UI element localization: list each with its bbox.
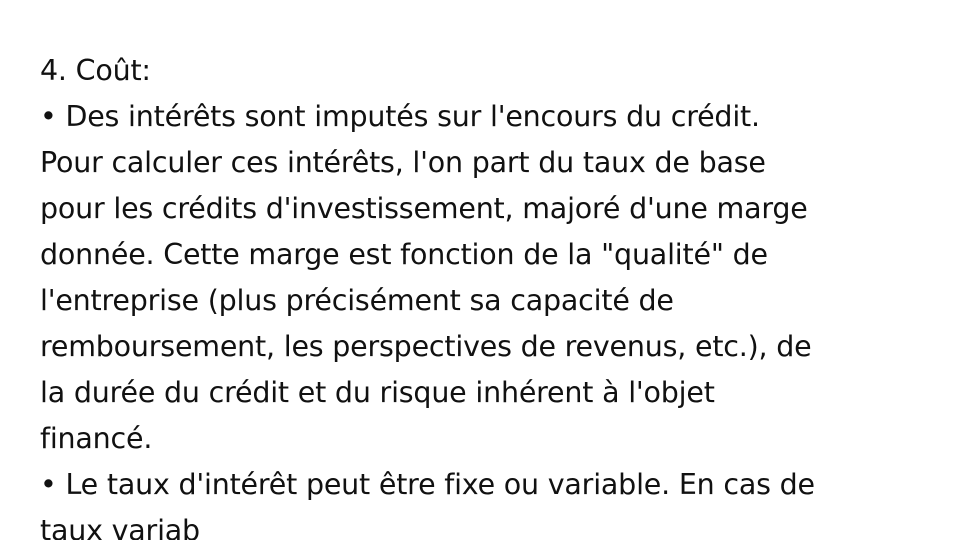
slide-body-text: 4. Coût: • Des intérêts sont imputés sur… (40, 48, 920, 540)
text-line: la durée du crédit et du risque inhérent… (40, 376, 715, 409)
section-heading: 4. Coût: (40, 54, 151, 87)
bullet-line: • Le taux d'intérêt peut être fixe ou va… (40, 468, 815, 501)
text-line: l'entreprise (plus précisément sa capaci… (40, 284, 674, 317)
bullet-line: • Des intérêts sont imputés sur l'encour… (40, 100, 760, 133)
text-line: donnée. Cette marge est fonction de la "… (40, 238, 768, 271)
slide: 4. Coût: • Des intérêts sont imputés sur… (0, 0, 960, 540)
text-line: remboursement, les perspectives de reven… (40, 330, 812, 363)
text-line: taux variab (40, 514, 200, 540)
text-line: financé. (40, 422, 153, 455)
text-line: Pour calculer ces intérêts, l'on part du… (40, 146, 766, 179)
text-line: pour les crédits d'investissement, major… (40, 192, 808, 225)
